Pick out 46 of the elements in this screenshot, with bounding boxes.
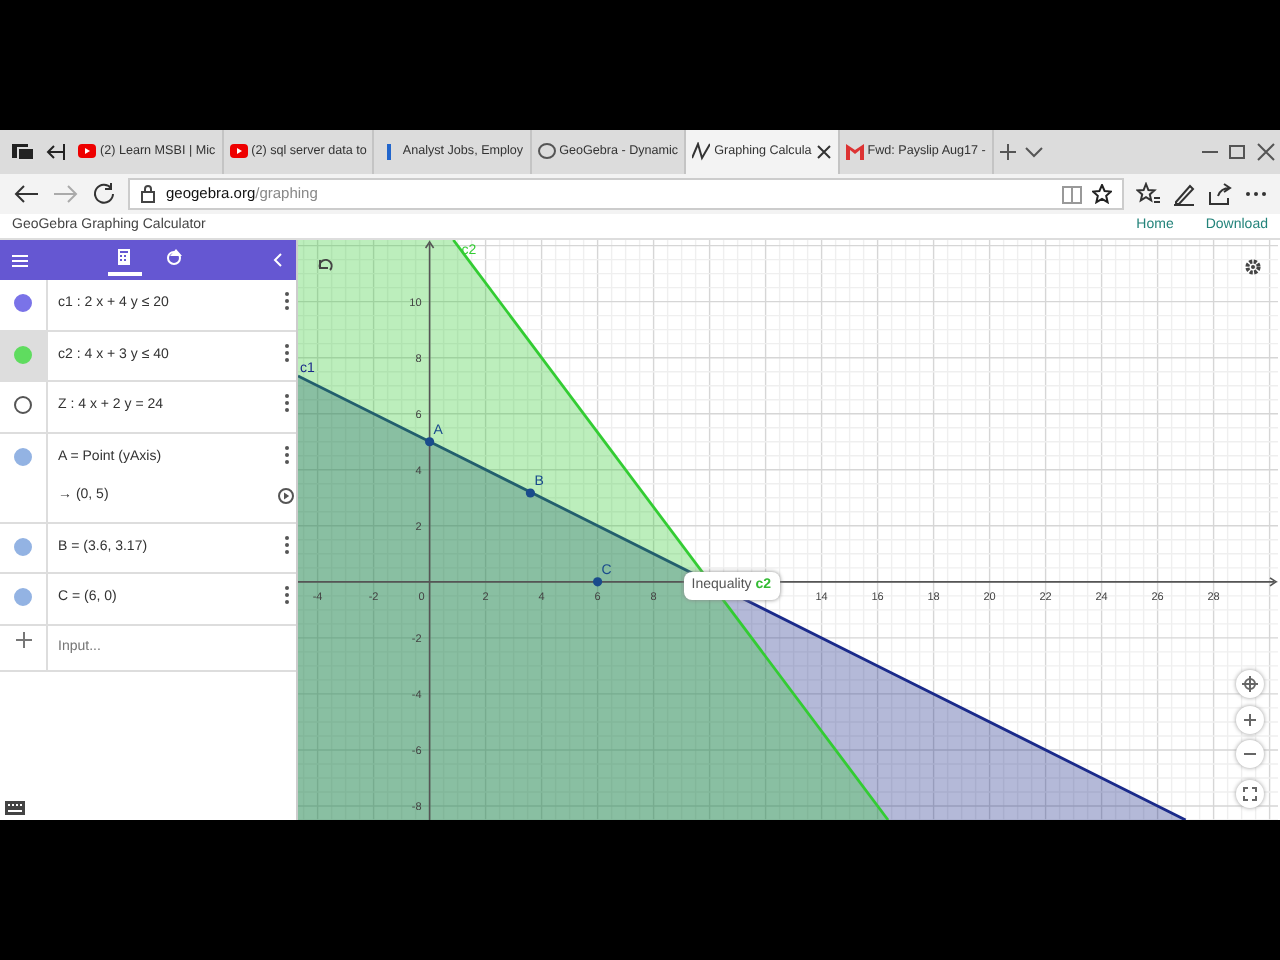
plus-icon[interactable] [15, 631, 31, 647]
more-icon[interactable] [283, 343, 289, 361]
more-icon[interactable] [283, 535, 289, 553]
chevron-left-icon[interactable] [272, 252, 284, 268]
play-icon[interactable] [278, 487, 294, 503]
visibility-dot[interactable] [14, 588, 32, 606]
menu-icon[interactable] [12, 253, 28, 267]
more-icon[interactable] [283, 445, 289, 463]
point[interactable] [525, 488, 535, 498]
fullscreen-icon [1242, 786, 1258, 802]
mail-icon [845, 142, 864, 162]
visibility-dot[interactable] [14, 294, 32, 312]
undo-icon[interactable] [316, 256, 334, 272]
more-icon[interactable] [283, 586, 289, 604]
calculator-icon [116, 248, 134, 266]
point[interactable] [425, 437, 435, 447]
lock-icon [140, 184, 156, 204]
reading-view-icon[interactable] [1062, 185, 1082, 203]
favorites-icon[interactable] [1136, 182, 1160, 206]
back-icon[interactable] [12, 182, 40, 206]
ellipse-icon [537, 142, 556, 162]
point[interactable] [593, 577, 603, 587]
calculator-tab[interactable] [108, 244, 142, 276]
graph-icon [692, 142, 711, 162]
share-icon[interactable] [1208, 182, 1232, 206]
fullscreen-button[interactable] [1236, 780, 1264, 808]
visibility-dot[interactable] [14, 537, 32, 555]
close-icon[interactable] [815, 144, 832, 160]
pen-icon[interactable] [1172, 182, 1196, 206]
video-icon [229, 142, 248, 162]
settings-icon[interactable] [1244, 258, 1262, 276]
zoom-out-button[interactable] [1236, 740, 1264, 768]
home-view-button[interactable] [1236, 670, 1264, 698]
visibility-dot[interactable] [14, 345, 32, 363]
zoom-in-button[interactable] [1236, 706, 1264, 734]
plus-icon [1242, 712, 1258, 728]
more-icon[interactable] [283, 394, 289, 412]
visibility-dot[interactable] [14, 396, 32, 414]
more-icon[interactable] [283, 292, 289, 310]
visibility-dot[interactable] [14, 447, 32, 465]
shapes-icon [166, 248, 184, 266]
video-icon [78, 142, 96, 162]
star-icon[interactable] [1092, 184, 1112, 204]
refresh-icon[interactable] [92, 182, 116, 206]
keyboard-icon[interactable] [4, 800, 26, 816]
crosshair-icon [1242, 676, 1258, 692]
